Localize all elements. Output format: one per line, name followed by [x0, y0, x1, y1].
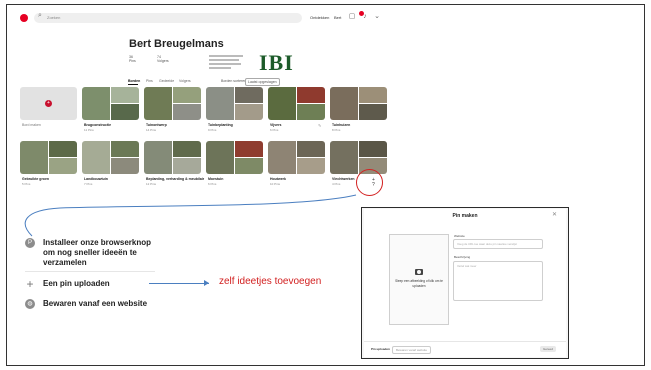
menu-install-browser-button[interactable]: P Installeer onze browserknop om nog sne…: [25, 238, 158, 268]
explore-link[interactable]: Ontdekken: [310, 15, 329, 20]
annotation-text: zelf ideetjes toevoegen: [219, 276, 322, 287]
board-tile[interactable]: [330, 87, 387, 120]
tab-followers[interactable]: Volgers: [179, 79, 191, 83]
close-icon[interactable]: ✕: [552, 211, 557, 218]
tab-active-underline: [128, 84, 138, 85]
menu-item-label: Bewaren vanaf een website: [43, 299, 148, 308]
sort-select[interactable]: Laatst opgeslagen: [245, 78, 280, 86]
top-bar: ⌕ Zoeken Ontdekken Bert ▢ ♪ ⌄: [16, 10, 388, 26]
tile-count: 7 Pins: [84, 182, 93, 186]
board-tile[interactable]: [20, 141, 77, 174]
tile-label: Moestuin: [208, 177, 224, 181]
profile-link[interactable]: Bert: [334, 15, 341, 20]
menu-save-from-website[interactable]: ◍ Bewaren vanaf een website: [25, 299, 158, 309]
tile-count: 6 Pins: [208, 182, 217, 186]
profile-description: [209, 55, 247, 69]
description-input[interactable]: Vertel wat meer: [453, 261, 543, 301]
edit-icon[interactable]: ✎: [318, 123, 321, 128]
tile-count: 4 Pins: [332, 182, 341, 186]
tile-count: 5 Pins: [22, 182, 31, 186]
tile-count: 14 Pins: [146, 128, 157, 132]
description-placeholder: Vertel wat meer: [457, 264, 477, 268]
board-tile[interactable]: [206, 141, 263, 174]
menu-divider: [25, 271, 155, 272]
ibi-logo: IBI: [259, 50, 294, 75]
annotation-arrowhead: [204, 280, 209, 286]
tab-pins[interactable]: Pins: [146, 79, 153, 83]
search-placeholder: Zoeken: [47, 15, 61, 20]
dialog-footer: Pin uploaden Bewaren vanaf website Geree…: [364, 341, 566, 358]
menu-upload-pin[interactable]: + Een pin uploaden: [25, 277, 158, 291]
done-button[interactable]: Gereed: [540, 346, 557, 352]
tile-label: Bord maken: [22, 123, 41, 127]
search-input[interactable]: ⌕ Zoeken: [34, 12, 302, 23]
plus-icon: +: [26, 277, 34, 291]
notification-badge: [359, 11, 364, 16]
pinterest-board-screenshot: ⌕ Zoeken Ontdekken Bert ▢ ♪ ⌄ Bert Breug…: [16, 10, 388, 194]
create-board-tile[interactable]: +: [20, 87, 77, 120]
tab-upload-pin[interactable]: Pin uploaden: [368, 346, 393, 352]
sort-label: Borden sorteren: [221, 79, 247, 83]
tile-label: Vlechtwerken: [332, 177, 355, 181]
tile-label: Vijvers: [270, 123, 282, 127]
pinterest-logo-icon[interactable]: [20, 14, 28, 22]
menu-item-label: Een pin uploaden: [43, 279, 110, 288]
profile-name: Bert Breugelmans: [129, 38, 224, 50]
board-tile[interactable]: [144, 87, 201, 120]
board-tile[interactable]: [268, 141, 325, 174]
create-pin-dialog: Pin maken ✕ Sleep een afbeelding of klik…: [364, 209, 566, 357]
board-tile[interactable]: [82, 87, 139, 120]
board-tile[interactable]: [330, 141, 387, 174]
board-tile[interactable]: [82, 141, 139, 174]
search-icon: ⌕: [38, 12, 42, 19]
tile-count: 8 Pins: [332, 128, 341, 132]
menu-item-label: Installeer onze browserknop om nog snell…: [43, 238, 152, 267]
pins-stat[interactable]: 36 Pins: [129, 55, 136, 63]
globe-icon: ◍: [25, 299, 35, 309]
more-icon[interactable]: ⌄: [373, 13, 381, 21]
upload-hint: Sleep een afbeelding of klik om te uploa…: [395, 279, 443, 288]
website-label: Website: [454, 234, 465, 238]
tile-count: 9 Pins: [208, 128, 217, 132]
camera-icon: [415, 269, 423, 275]
image-upload-dropzone[interactable]: Sleep een afbeelding of klik om te uploa…: [389, 234, 449, 325]
pinterest-icon: P: [25, 238, 35, 248]
chat-icon[interactable]: ▢: [348, 13, 356, 21]
tab-shared[interactable]: Gedeelde: [159, 79, 174, 83]
website-placeholder: Voeg de URL toe waar deze pin naartoe ve…: [457, 242, 517, 246]
tab-boards[interactable]: Borden: [128, 79, 140, 83]
tile-count: 6 Pins: [270, 128, 279, 132]
followers-stat[interactable]: 74 Volgers: [157, 55, 169, 63]
description-label: Beschrijving: [454, 255, 471, 259]
board-tile[interactable]: [206, 87, 263, 120]
plus-icon: +: [45, 100, 52, 107]
tile-label: Houtwerk: [270, 177, 286, 181]
tile-label: Tuinbeplanting: [208, 123, 233, 127]
dialog-title: Pin maken: [452, 213, 478, 219]
tile-label: Tuinhuizen: [332, 123, 351, 127]
website-input[interactable]: Voeg de URL toe waar deze pin naartoe ve…: [453, 239, 543, 249]
tile-count: 12 Pins: [146, 182, 157, 186]
tile-label: Gebruikte groen: [22, 177, 50, 181]
tile-count: 11 Pins: [84, 128, 94, 132]
tile-label: Brugconstructie: [84, 123, 112, 127]
tile-label: Tuinontwerp: [146, 123, 167, 127]
board-tile[interactable]: [144, 141, 201, 174]
tile-count: 10 Pins: [270, 182, 281, 186]
tab-save-from-website[interactable]: Bewaren vanaf website: [392, 346, 432, 354]
highlight-circle: [356, 169, 383, 196]
board-tile[interactable]: [268, 87, 325, 120]
annotation-arrow: [149, 283, 209, 284]
tile-label: Landbouwtuin: [84, 177, 108, 181]
tile-label: Beplanting, verharding & meubilair: [146, 177, 205, 181]
